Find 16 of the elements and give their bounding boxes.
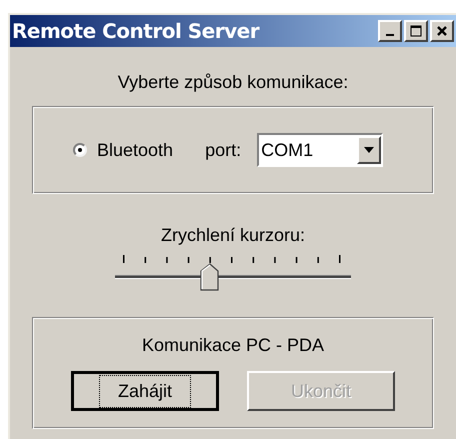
speed-label: Zrychlení kurzoru:	[160, 224, 306, 247]
window-title: Remote Control Server	[12, 18, 260, 45]
maximize-icon	[410, 25, 422, 37]
port-label: port:	[205, 138, 242, 162]
bluetooth-radio[interactable]: Bluetooth	[73, 136, 174, 164]
minimize-button[interactable]	[378, 20, 402, 42]
close-icon	[436, 25, 448, 37]
radio-button[interactable]	[73, 143, 87, 157]
close-button[interactable]	[430, 20, 454, 42]
action-button[interactable]: Zahájit	[71, 371, 219, 411]
maximize-button[interactable]	[404, 20, 428, 42]
prompt-label: Vyberte způsob komunikace:	[118, 71, 348, 94]
slider-thumb[interactable]	[200, 263, 220, 291]
port-dropdown[interactable]: COM1	[257, 133, 384, 167]
minimize-icon	[386, 34, 394, 36]
session-title: Komunikace PC - PDA	[142, 334, 324, 357]
